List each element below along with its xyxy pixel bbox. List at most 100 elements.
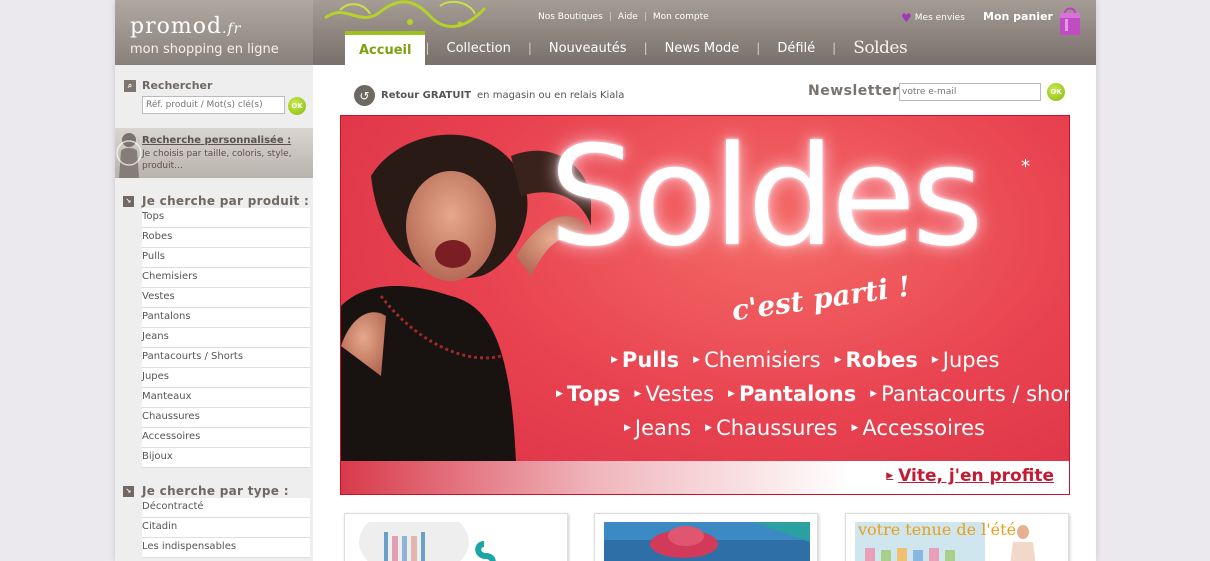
tab-accueil[interactable]: Accueil [345, 31, 426, 65]
tagline: mon shopping en ligne [130, 42, 279, 57]
banner-row-1: ▶ Pulls ▶ Chemisiers ▶ Robes ▶ Jupes [611, 348, 999, 372]
free-return-notice[interactable]: ↺ Retour GRATUIT en magasin ou en relais… [354, 85, 624, 106]
search-input[interactable] [142, 96, 285, 114]
thumb-summer-text: votre tenue de l'été [858, 520, 1017, 539]
type-decontracte[interactable]: Décontracté [142, 498, 310, 518]
triangle-icon: ▶ [634, 389, 642, 399]
category-manteaux[interactable]: Manteaux [142, 388, 310, 408]
link-separator: | [608, 12, 612, 22]
link-mon-compte[interactable]: Mon compte [653, 12, 709, 22]
category-jupes[interactable]: Jupes [142, 368, 310, 388]
banner-asterisk: * [1021, 156, 1030, 177]
category-jeans[interactable]: Jeans [142, 328, 310, 348]
return-arrow-icon: ↺ [354, 85, 375, 106]
tab-soldes[interactable]: Soldes [836, 31, 924, 65]
main-nav: Accueil | Collection | Nouveautés | News… [345, 31, 924, 65]
summer-hat-image [604, 522, 810, 561]
personalized-search-desc: Je choisis par taille, coloris, style, p… [142, 149, 292, 171]
banner-link-pulls[interactable]: ▶ Pulls [611, 348, 679, 372]
cta-vite-jen-profite[interactable]: ▶ Vite, j'en profite [886, 466, 1054, 486]
free-return-bold: Retour GRATUIT [381, 90, 472, 101]
newsletter-email-input[interactable] [899, 83, 1041, 101]
category-bijoux[interactable]: Bijoux [142, 448, 310, 468]
category-tops[interactable]: Tops [142, 208, 310, 228]
top-links: Nos Boutiques | Aide | Mon compte [538, 12, 709, 22]
banner-link-vestes[interactable]: ▶ Vestes [634, 382, 714, 406]
category-vestes[interactable]: Vestes [142, 288, 310, 308]
newsletter-ok-button[interactable]: OK [1047, 83, 1065, 101]
triangle-icon: ▶ [705, 423, 713, 433]
banner-link-tops[interactable]: ▶ Tops [556, 382, 620, 406]
banner-footer: ▶ Vite, j'en profite [341, 461, 1069, 494]
banner-link-chemisiers[interactable]: ▶ Chemisiers [693, 348, 820, 372]
decorative-swirl-icon [324, 0, 487, 28]
magnifier-icon: ⌕ [124, 79, 136, 92]
promo-thumb-1[interactable] [344, 513, 568, 561]
arrow-box-icon: ↘ [123, 485, 134, 497]
triangle-icon: ▶ [870, 389, 878, 399]
triangle-icon: ▶ [728, 389, 735, 399]
triangle-icon: ▶ [693, 355, 701, 365]
triangle-icon: ▶ [931, 355, 939, 365]
wishlist-label: Mes envies [914, 13, 965, 23]
triangle-icon: ▶ [851, 423, 859, 433]
promo-thumb-3[interactable]: votre tenue de l'été [845, 513, 1069, 561]
by-product-title: ↘ Je cherche par produit : [123, 194, 309, 208]
tab-news-mode[interactable]: News Mode [648, 31, 757, 65]
triangle-icon: ▶ [611, 355, 618, 365]
striped-top-image [354, 522, 560, 561]
header: promod.fr mon shopping en ligne Nos Bout… [115, 0, 1096, 65]
category-accessoires[interactable]: Accessoires [142, 428, 310, 448]
soldes-banner[interactable]: Soldes * c'est parti ! ▶ Pulls ▶ Chemisier… [340, 115, 1070, 495]
triangle-icon: ▶ [886, 471, 894, 481]
page: promod.fr mon shopping en ligne Nos Bout… [115, 0, 1096, 561]
banner-link-chaussures[interactable]: ▶ Chaussures [705, 416, 837, 440]
category-robes[interactable]: Robes [142, 228, 310, 248]
type-category-list: Décontracté Citadin Les indispensables [142, 498, 310, 558]
category-chemisiers[interactable]: Chemisiers [142, 268, 310, 288]
wishlist-link[interactable]: ♥ Mes envies [901, 11, 965, 25]
banner-link-jupes[interactable]: ▶ Jupes [932, 348, 1000, 372]
category-pantacourts-shorts[interactable]: Pantacourts / Shorts [142, 348, 310, 368]
newsletter-label: Newsletter : [808, 83, 912, 99]
banner-subtitle: c'est parti ! [729, 269, 913, 328]
search-title: ⌕ Rechercher [124, 79, 212, 92]
logo[interactable]: promod.fr [130, 14, 241, 39]
search-block: ⌕ Rechercher OK [115, 65, 313, 128]
arrow-box-icon: ↘ [123, 195, 134, 207]
category-chaussures[interactable]: Chaussures [142, 408, 310, 428]
main-content: ↺ Retour GRATUIT en magasin ou en relais… [313, 65, 1096, 561]
triangle-icon: ▶ [624, 423, 631, 433]
heart-icon: ♥ [901, 11, 912, 25]
personalized-search[interactable]: Recherche personnalisée : Je choisis par… [115, 128, 313, 178]
banner-link-pantacourts[interactable]: ▶ Pantacourts / shorts [870, 382, 1069, 406]
type-indispensables[interactable]: Les indispensables [142, 538, 310, 558]
tab-nouveautes[interactable]: Nouveautés [532, 31, 644, 65]
tab-collection[interactable]: Collection [430, 31, 528, 65]
banner-link-accessoires[interactable]: ▶ Accessoires [851, 416, 985, 440]
logo-area[interactable]: promod.fr mon shopping en ligne [115, 0, 313, 65]
banner-link-jeans[interactable]: ▶ Jeans [624, 416, 691, 440]
category-pulls[interactable]: Pulls [142, 248, 310, 268]
free-return-text: en magasin ou en relais Kiala [477, 90, 625, 101]
link-separator: | [643, 12, 647, 22]
link-aide[interactable]: Aide [618, 12, 638, 22]
banner-link-pantalons[interactable]: ▶ Pantalons [728, 382, 856, 406]
category-pantalons[interactable]: Pantalons [142, 308, 310, 328]
cart-link[interactable]: Mon panier [983, 10, 1053, 23]
personalized-search-title[interactable]: Recherche personnalisée : [142, 135, 291, 146]
shopping-bag-icon[interactable] [1057, 5, 1083, 37]
search-ok-button[interactable]: OK [288, 97, 306, 115]
banner-title: Soldes [549, 116, 984, 277]
triangle-icon: ▶ [834, 355, 842, 365]
by-type-title: ↘ Je cherche par type : [123, 484, 289, 498]
banner-row-2: ▶ Tops ▶ Vestes ▶ Pantalons ▶ Pantacourts / … [556, 382, 1069, 406]
banner-row-3: ▶ Jeans ▶ Chaussures ▶ Accessoires [624, 416, 985, 440]
banner-link-robes[interactable]: ▶ Robes [835, 348, 918, 372]
product-category-list: Tops Robes Pulls Chemisiers Vestes Panta… [142, 208, 310, 468]
sidebar: ⌕ Rechercher OK Recherche personnalisée … [115, 65, 313, 561]
tab-defile[interactable]: Défilé [760, 31, 832, 65]
type-citadin[interactable]: Citadin [142, 518, 310, 538]
link-nos-boutiques[interactable]: Nos Boutiques [538, 12, 603, 22]
promo-thumb-2[interactable] [594, 513, 818, 561]
